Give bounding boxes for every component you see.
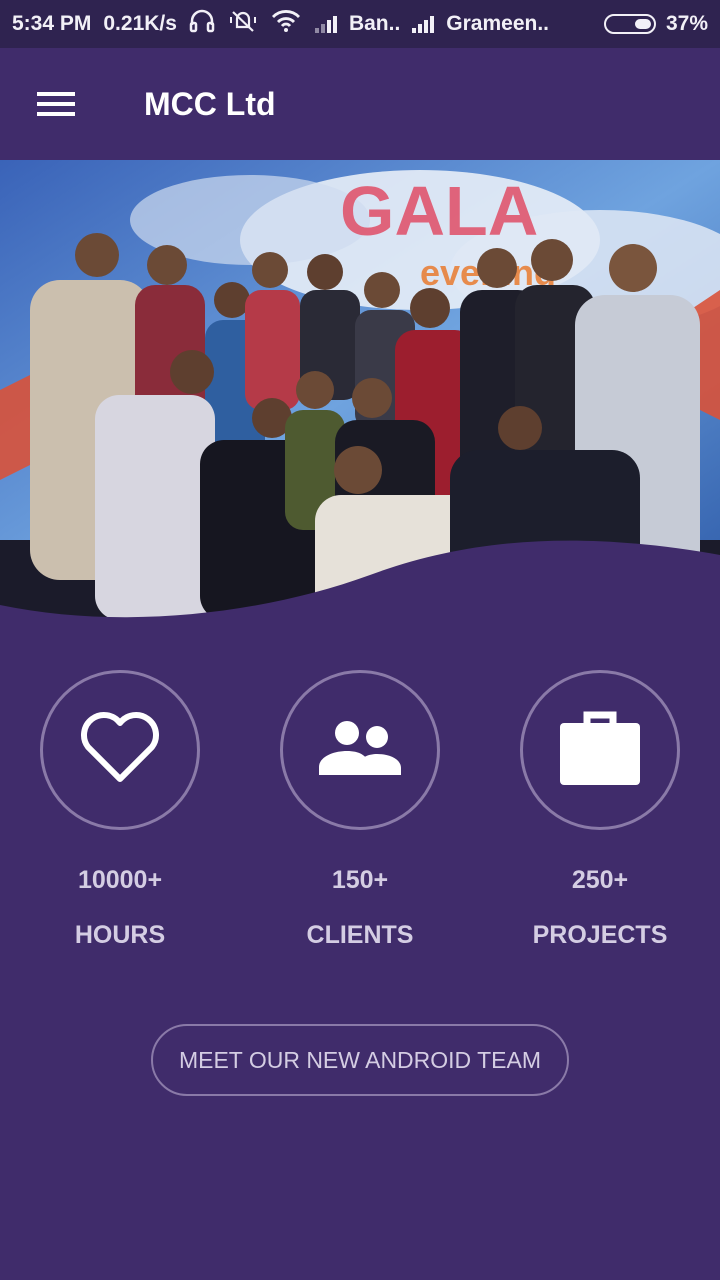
battery-percent: 37% xyxy=(665,12,708,35)
stats-row: 10000+ HOURS 150+ CLIENTS 250+ PROJECTS xyxy=(0,670,720,950)
headphones-icon xyxy=(189,9,215,39)
stat-circle xyxy=(280,670,440,830)
heart-icon xyxy=(79,711,161,790)
stat-value: 10000+ xyxy=(77,866,163,894)
stat-label: PROJECTS xyxy=(532,921,668,949)
carrier-2: Grameen.. xyxy=(446,12,549,35)
briefcase-icon xyxy=(559,709,641,792)
people-icon xyxy=(319,719,401,782)
app-title: MCC Ltd xyxy=(144,85,276,122)
wifi-icon xyxy=(271,9,301,39)
stat-circle xyxy=(40,670,200,830)
meet-team-button[interactable]: MEET OUR NEW ANDROID TEAM xyxy=(151,1024,569,1096)
stat-value: 250+ xyxy=(571,866,629,894)
signal-icon xyxy=(412,15,436,33)
hamburger-menu-icon[interactable] xyxy=(26,74,86,134)
stat-clients: 150+ CLIENTS xyxy=(240,670,480,950)
mute-vibrate-icon xyxy=(229,9,257,39)
stat-label: HOURS xyxy=(74,921,166,949)
network-speed: 0.21K/s xyxy=(103,12,177,35)
stat-label: CLIENTS xyxy=(306,921,414,949)
banner-text: GALA xyxy=(340,172,538,250)
status-time: 5:34 PM xyxy=(12,12,92,35)
app-bar: MCC Ltd xyxy=(0,48,720,160)
stat-hours: 10000+ HOURS xyxy=(0,670,240,950)
status-bar: 5:34 PM 0.21K/s Ban.. Grameen.. 37% xyxy=(0,0,720,48)
stat-circle xyxy=(520,670,680,830)
stat-projects: 250+ PROJECTS xyxy=(480,670,720,950)
team-photo: GALA evening xyxy=(0,160,720,620)
stat-value: 150+ xyxy=(331,866,389,894)
battery-icon xyxy=(603,14,656,34)
signal-icon xyxy=(314,15,339,33)
carrier-1: Ban.. xyxy=(348,12,401,35)
